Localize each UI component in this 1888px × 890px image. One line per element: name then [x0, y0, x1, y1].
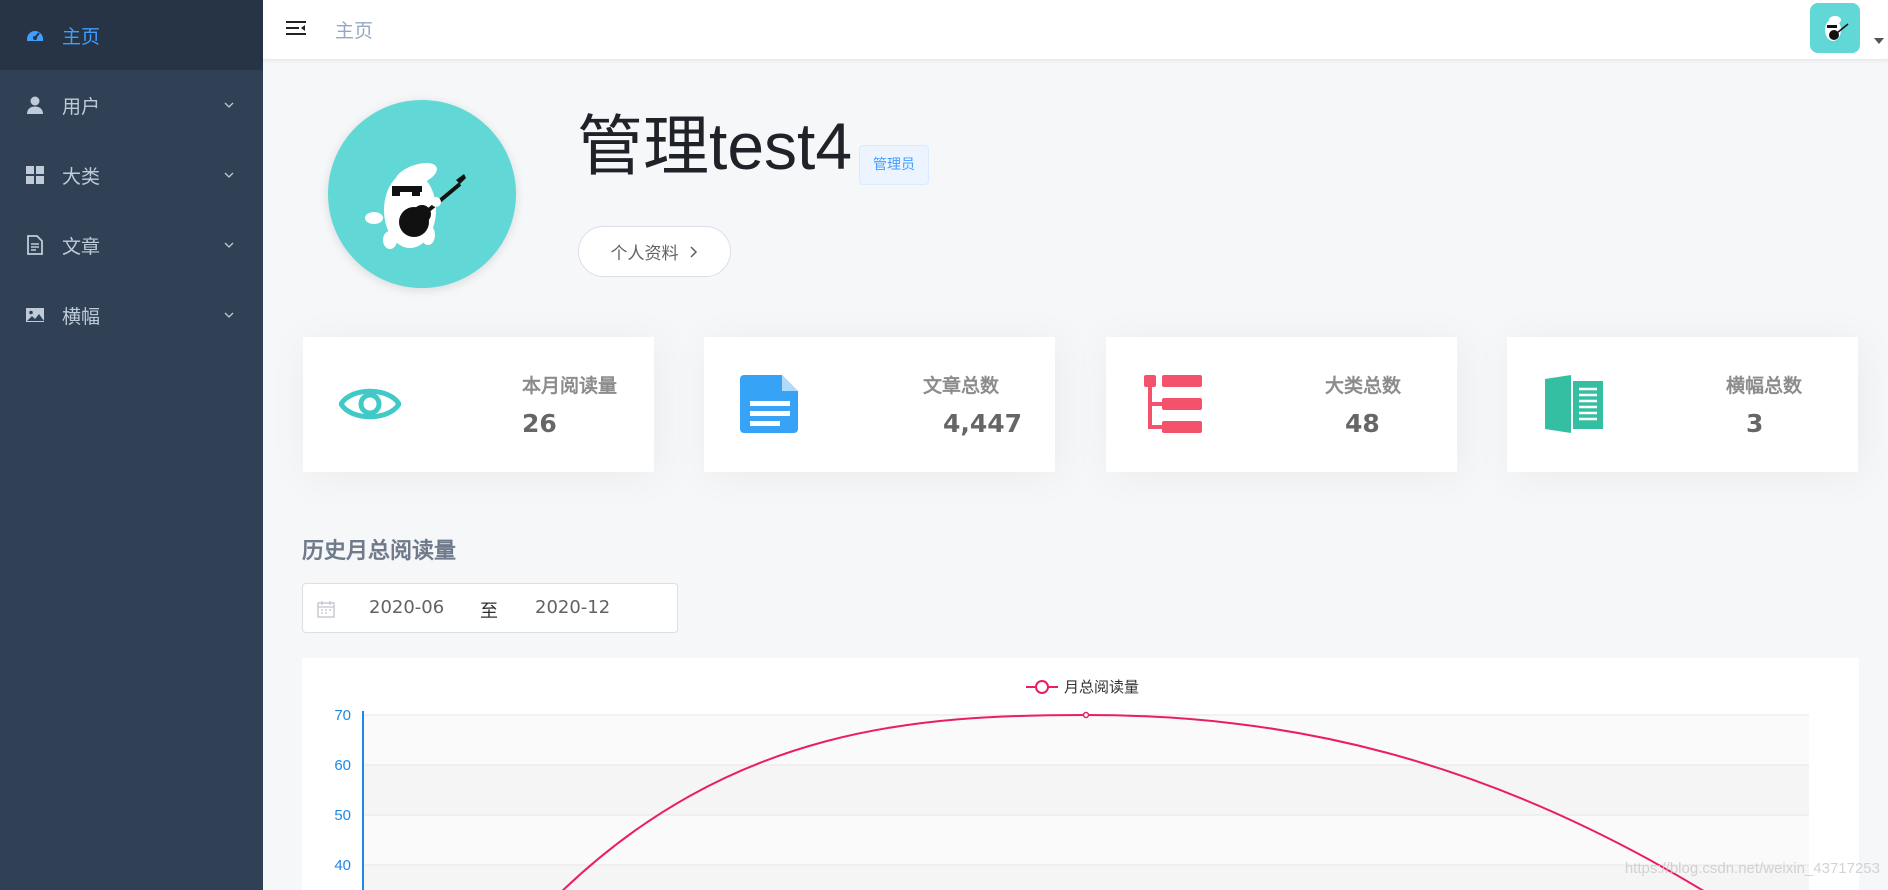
profile-avatar [328, 100, 516, 288]
stat-label: 本月阅读量 [522, 375, 618, 397]
calendar-icon [317, 601, 335, 618]
caret-down-icon[interactable] [1874, 38, 1884, 44]
section-title: 历史月总阅读量 [302, 539, 457, 564]
stat-label: 大类总数 [1325, 375, 1402, 397]
document-icon [740, 375, 798, 433]
y-tick-label: 50 [334, 807, 351, 824]
end-date[interactable]: 2020-12 [535, 597, 610, 618]
document-icon [24, 234, 46, 256]
sidebar-item-home[interactable]: 主页 [0, 0, 263, 70]
date-range-picker[interactable]: 2020-06 至 2020-12 [302, 583, 678, 633]
header-avatar[interactable] [1810, 3, 1860, 53]
grid-icon [24, 164, 46, 186]
y-tick-label: 40 [334, 857, 351, 874]
watermark: https://blog.csdn.net/weixin_43717253 [1624, 860, 1880, 877]
sidebar: 主页 用户 大类 文章 横幅 [0, 0, 263, 890]
chevron-down-icon [224, 102, 234, 108]
stat-card-categories[interactable]: 大类总数 48 [1106, 337, 1457, 472]
book-icon [1545, 375, 1603, 433]
start-date[interactable]: 2020-06 [369, 597, 444, 618]
sidebar-item-users[interactable]: 用户 [0, 70, 263, 140]
profile-button[interactable]: 个人资料 [578, 226, 731, 277]
grid-band [363, 765, 1809, 815]
user-icon [24, 94, 46, 116]
y-tick-label: 60 [334, 757, 351, 774]
chevron-down-icon [224, 242, 234, 248]
stat-value: 26 [522, 409, 557, 438]
stat-card-monthly-reads[interactable]: 本月阅读量 26 [303, 337, 654, 472]
grid-band [363, 815, 1809, 865]
chart-container: 月总阅读量 70 60 50 40 [302, 658, 1859, 890]
stat-label: 横幅总数 [1726, 375, 1803, 397]
grid-band [363, 865, 1809, 890]
y-tick-label: 70 [334, 707, 351, 724]
chevron-down-icon [224, 172, 234, 178]
hamburger-icon[interactable] [283, 16, 309, 42]
range-separator: 至 [480, 601, 498, 622]
sidebar-item-banners[interactable]: 横幅 [0, 280, 263, 350]
sidebar-item-label: 大类 [62, 165, 101, 188]
grid-band [363, 715, 1809, 765]
sidebar-item-label: 文章 [62, 235, 101, 258]
tree-icon [1144, 375, 1202, 433]
sidebar-item-articles[interactable]: 文章 [0, 210, 263, 280]
chevron-down-icon [224, 312, 234, 318]
stat-value: 48 [1345, 409, 1380, 438]
profile-button-label: 个人资料 [610, 244, 679, 264]
stat-value: 4,447 [943, 409, 1023, 438]
role-badge: 管理员 [859, 145, 929, 185]
sidebar-item-categories[interactable]: 大类 [0, 140, 263, 210]
profile-name: 管理test4 [577, 109, 853, 183]
dashboard-icon [24, 24, 46, 46]
sidebar-item-label: 横幅 [62, 305, 101, 328]
navbar: 主页 [263, 0, 1888, 60]
stat-label: 文章总数 [923, 375, 1000, 397]
sidebar-item-label: 用户 [62, 95, 101, 118]
stat-card-articles[interactable]: 文章总数 4,447 [704, 337, 1055, 472]
stat-value: 3 [1746, 409, 1764, 438]
data-point [1082, 711, 1090, 719]
sidebar-item-label: 主页 [62, 25, 101, 48]
line-chart: 70 60 50 40 [334, 707, 1809, 890]
stat-card-banners[interactable]: 横幅总数 3 [1507, 337, 1858, 472]
eye-icon [339, 388, 401, 420]
breadcrumb[interactable]: 主页 [335, 16, 373, 43]
image-icon [24, 304, 46, 326]
chevron-right-icon [689, 245, 697, 258]
